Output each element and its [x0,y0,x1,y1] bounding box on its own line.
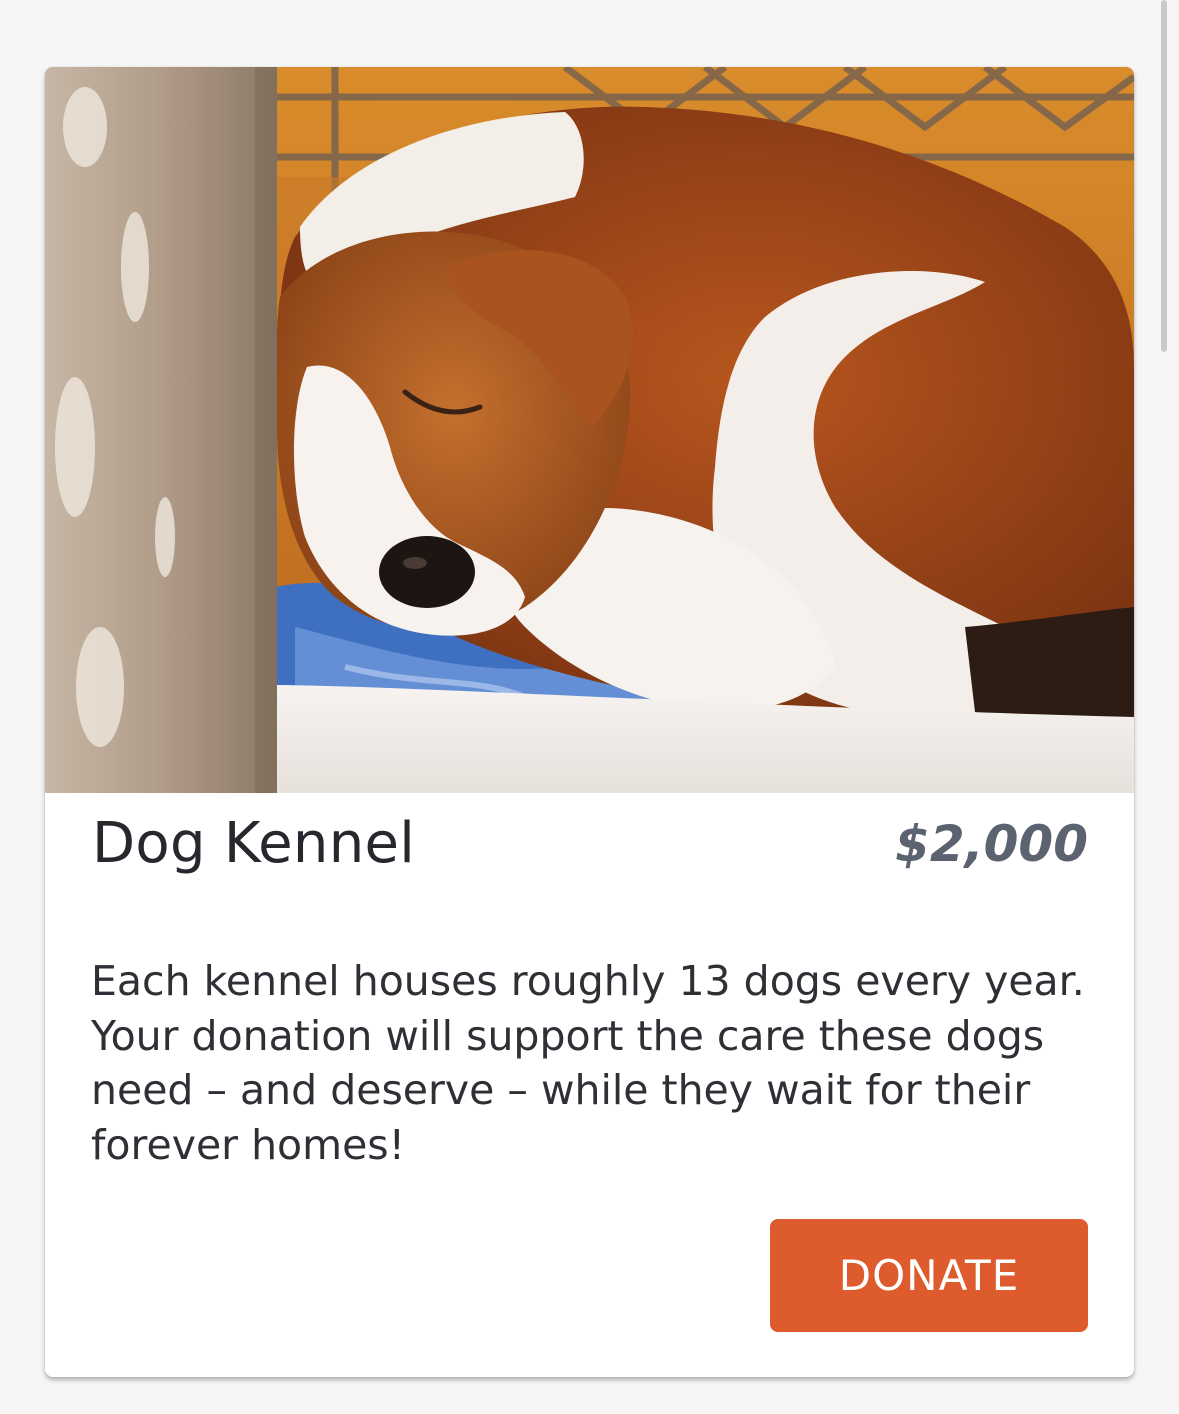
dog-photo [45,67,1134,793]
donate-button[interactable]: DONATE [770,1219,1088,1332]
donation-item-card: Dog Kennel $2,000 Each kennel houses rou… [45,67,1134,1377]
item-description: Each kennel houses roughly 13 dogs every… [91,957,1085,1169]
item-price: $2,000 [895,815,1088,873]
page-scrollbar[interactable] [1161,0,1167,352]
item-title: Dog Kennel [92,811,416,876]
